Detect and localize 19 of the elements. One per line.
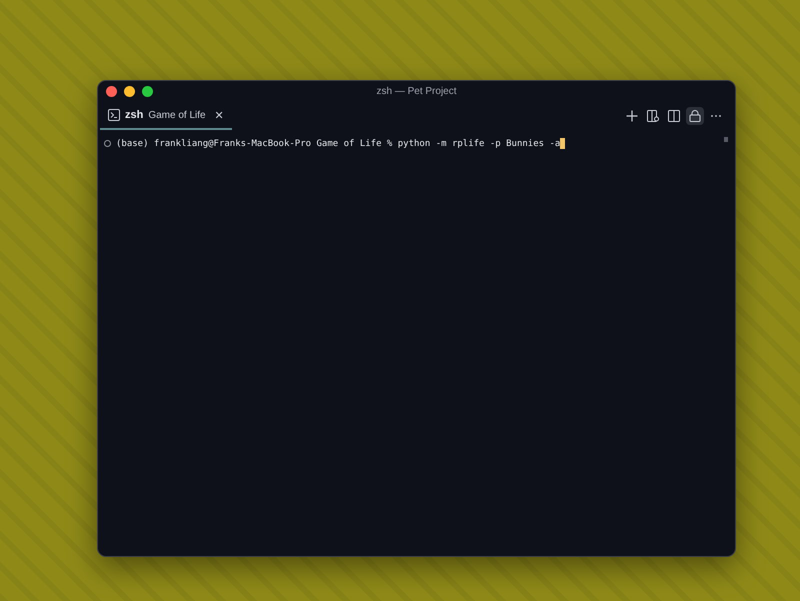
terminal-icon <box>108 109 120 121</box>
window-title: zsh — Pet Project <box>376 86 457 97</box>
terminal-command: (base) frankliang@Franks-MacBook-Pro Game of Life % python -m rplife -p Bunnies -a <box>116 138 560 148</box>
split-settings-icon <box>647 110 659 122</box>
split-button[interactable] <box>665 107 683 125</box>
minimize-icon[interactable] <box>124 86 135 97</box>
close-tab-button[interactable]: ✕ <box>214 108 224 122</box>
command-status-icon <box>104 140 111 147</box>
lock-icon <box>689 110 701 122</box>
terminal-tab[interactable]: zsh Game of Life ✕ <box>100 102 232 130</box>
scrollbar-thumb <box>724 137 728 142</box>
plus-icon <box>626 110 638 122</box>
close-icon[interactable] <box>106 86 117 97</box>
split-icon <box>668 110 680 122</box>
tab-shell-name: zsh <box>125 109 144 121</box>
split-button[interactable] <box>644 107 662 125</box>
lock-button[interactable] <box>686 107 704 125</box>
zoom-icon[interactable] <box>142 86 153 97</box>
tab-label: Game of Life <box>148 110 206 120</box>
